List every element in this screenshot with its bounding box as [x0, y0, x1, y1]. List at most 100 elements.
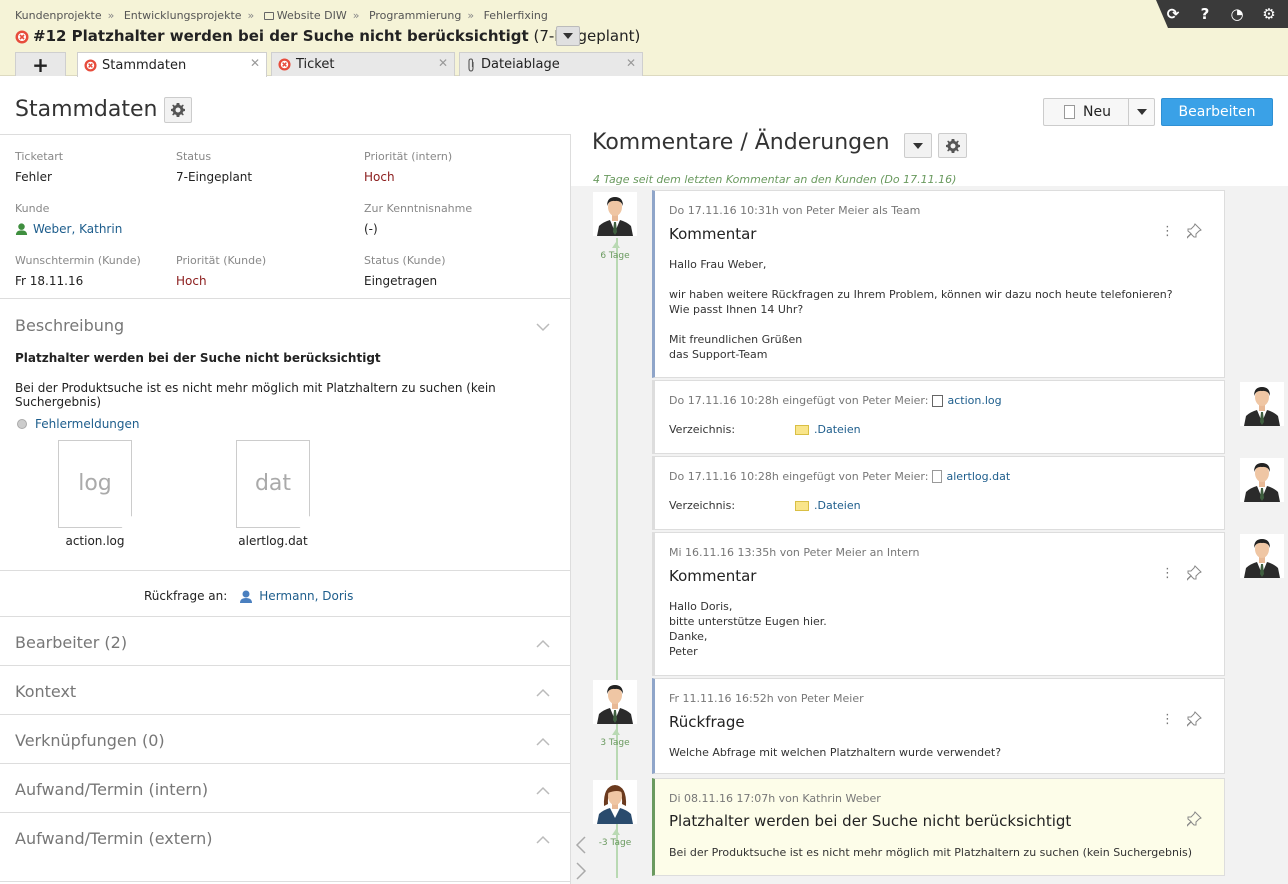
stammdaten-settings-button[interactable] — [164, 97, 192, 123]
pin-icon[interactable] — [1186, 223, 1202, 239]
tab-ticket[interactable]: Ticket ✕ — [271, 52, 455, 76]
ticket-status-dropdown[interactable] — [556, 26, 580, 46]
file-link[interactable]: alertlog.dat — [946, 470, 1010, 483]
field-kunde: Kunde Weber, Kathrin — [15, 202, 122, 236]
refresh-icon[interactable]: ⟳ — [1162, 0, 1184, 28]
file-name: alertlog.dat — [238, 534, 308, 548]
field-label: Priorität (intern) — [364, 150, 453, 163]
section-kontext-header[interactable]: Kontext — [15, 682, 76, 701]
caret-down-icon — [1136, 109, 1147, 115]
new-button[interactable]: Neu — [1043, 98, 1155, 126]
breadcrumb-item-fehlerfixing[interactable]: Fehlerfixing — [484, 9, 548, 22]
close-icon[interactable]: ✕ — [250, 56, 260, 70]
comment-title: Kommentar — [669, 567, 757, 585]
field-label: Kunde — [15, 202, 50, 215]
section-bearbeiter-header[interactable]: Bearbeiter (2) — [15, 633, 127, 652]
field-value: 7-Eingeplant — [176, 170, 253, 184]
file-entry-meta-text: Do 17.11.16 10:28h eingefügt von Peter M… — [669, 394, 929, 407]
field-label: Status (Kunde) — [364, 254, 446, 267]
chevron-right-icon[interactable] — [575, 862, 587, 880]
breadcrumb-separator: » — [352, 9, 360, 22]
fehlermeldungen-label: Fehlermeldungen — [35, 417, 140, 431]
section-beschreibung-header[interactable]: Beschreibung — [15, 316, 124, 335]
pin-icon[interactable] — [1186, 811, 1202, 827]
tab-label: Stammdaten — [102, 57, 187, 73]
directory-name: .Dateien — [814, 499, 861, 512]
comment-meta: Do 17.11.16 10:31h von Peter Meier als T… — [669, 204, 921, 217]
file-entry-meta: Do 17.11.16 10:28h eingefügt von Peter M… — [669, 394, 1002, 407]
comment-body: Hallo Frau Weber, wir haben weitere Rück… — [669, 258, 1173, 361]
section-aufwand-intern-header[interactable]: Aufwand/Termin (intern) — [15, 780, 208, 799]
breadcrumb-separator: » — [107, 9, 115, 22]
breadcrumb-item-website[interactable]: Website DIW — [277, 9, 347, 22]
file-entry-meta-text: Do 17.11.16 10:28h eingefügt von Peter M… — [669, 470, 929, 483]
customer-link[interactable]: Weber, Kathrin — [15, 222, 122, 236]
document-icon: dat — [236, 440, 310, 528]
arrow-up-icon — [612, 829, 620, 835]
breadcrumb-separator: » — [247, 9, 255, 22]
more-options-icon[interactable]: ⋮ — [1161, 566, 1174, 581]
pin-icon[interactable] — [1186, 711, 1202, 727]
close-icon[interactable]: ✕ — [626, 56, 636, 70]
field-status-kunde: Status (Kunde) Eingetragen — [364, 254, 446, 288]
folder-icon — [795, 424, 809, 435]
chevron-left-icon[interactable] — [575, 836, 587, 854]
add-tab-button[interactable]: + — [15, 52, 66, 77]
comment-meta: Di 08.11.16 17:07h von Kathrin Weber — [669, 792, 881, 805]
breadcrumb-item-kundenprojekte[interactable]: Kundenprojekte — [15, 9, 102, 22]
file-entry-meta: Do 17.11.16 10:28h eingefügt von Peter M… — [669, 470, 1010, 483]
tab-stammdaten[interactable]: Stammdaten ✕ — [77, 52, 267, 77]
description-text: Bei der Produktsuche ist es nicht mehr m… — [15, 381, 496, 409]
field-wunschtermin: Wunschtermin (Kunde) Fr 18.11.16 — [15, 254, 141, 288]
section-aufwand-extern-header[interactable]: Aufwand/Termin (extern) — [15, 829, 213, 848]
comments-settings-button[interactable] — [938, 133, 967, 158]
divider — [0, 881, 571, 882]
chevron-down-icon[interactable] — [536, 322, 550, 332]
field-label: Wunschtermin (Kunde) — [15, 254, 141, 267]
new-button-label: Neu — [1083, 104, 1111, 120]
chevron-up-icon[interactable] — [536, 835, 550, 845]
breadcrumb-item-programmierung[interactable]: Programmierung — [369, 9, 461, 22]
file-link[interactable]: action.log — [947, 394, 1001, 407]
tab-dateiablage[interactable]: Dateiablage ✕ — [459, 52, 643, 76]
edit-button[interactable]: Bearbeiten — [1161, 98, 1273, 126]
file-extension: log — [78, 471, 112, 496]
chevron-up-icon[interactable] — [536, 737, 550, 747]
directory-link[interactable]: .Dateien — [795, 499, 861, 512]
field-value: Fr 18.11.16 — [15, 274, 84, 288]
attachment-file[interactable]: log action.log — [40, 440, 150, 548]
timer-icon[interactable]: ◔ — [1226, 0, 1248, 28]
field-label: Priorität (Kunde) — [176, 254, 267, 267]
chevron-up-icon[interactable] — [536, 639, 550, 649]
help-icon[interactable]: ? — [1194, 0, 1216, 28]
chevron-up-icon[interactable] — [536, 786, 550, 796]
folder-icon — [263, 12, 274, 20]
comment-timeline: 6 Tage Do 17.11.16 10:31h von Peter Meie… — [571, 186, 1288, 884]
field-label: Zur Kenntnisnahme — [364, 202, 473, 215]
comments-filter-dropdown[interactable] — [904, 133, 932, 158]
directory-link[interactable]: .Dateien — [795, 423, 861, 436]
new-dropdown-toggle[interactable] — [1128, 99, 1154, 125]
fehlermeldungen-group[interactable]: Fehlermeldungen — [17, 417, 140, 431]
gear-icon — [170, 102, 186, 118]
more-options-icon[interactable]: ⋮ — [1161, 712, 1174, 727]
close-icon[interactable]: ✕ — [438, 56, 448, 70]
days-label: -3 Tage — [598, 838, 632, 848]
avatar — [593, 680, 637, 724]
section-verknuepfungen-header[interactable]: Verknüpfungen (0) — [15, 731, 165, 750]
more-options-icon[interactable]: ⋮ — [1161, 224, 1174, 239]
comment-body: Hallo Doris, bitte unterstütze Eugen hie… — [669, 600, 827, 658]
pin-icon[interactable] — [1186, 565, 1202, 581]
chevron-up-icon[interactable] — [536, 688, 550, 698]
log-file-icon — [932, 394, 944, 407]
field-value: (-) — [364, 222, 378, 236]
rueckfrage-person-link[interactable]: Hermann, Doris — [259, 589, 353, 603]
comment-card: Do 17.11.16 10:31h von Peter Meier als T… — [652, 190, 1225, 378]
gear-icon[interactable]: ⚙ — [1258, 0, 1280, 28]
stammdaten-title: Stammdaten — [15, 97, 158, 122]
directory-label: Verzeichnis: — [669, 499, 736, 512]
attachment-file[interactable]: dat alertlog.dat — [218, 440, 328, 548]
comment-title: Platzhalter werden bei der Suche nicht b… — [669, 812, 1072, 830]
breadcrumb-item-entwicklungsprojekte[interactable]: Entwicklungsprojekte — [124, 9, 242, 22]
folder-icon — [795, 500, 809, 511]
